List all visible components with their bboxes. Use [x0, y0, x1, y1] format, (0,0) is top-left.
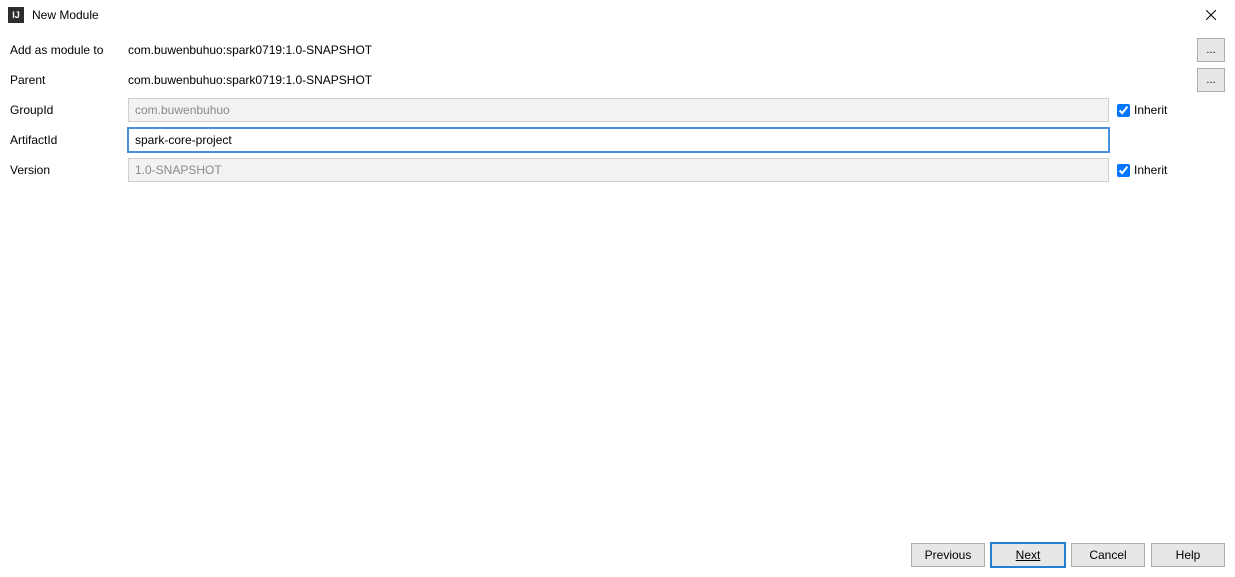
- next-button[interactable]: Next: [991, 543, 1065, 567]
- group-id-input[interactable]: [128, 98, 1109, 122]
- group-id-inherit-wrap[interactable]: Inherit: [1117, 103, 1189, 117]
- version-label: Version: [10, 163, 128, 177]
- group-id-inherit-checkbox[interactable]: [1117, 104, 1130, 117]
- footer-buttons: Previous Next Cancel Help: [0, 533, 1235, 577]
- next-button-label: Next: [1016, 548, 1041, 562]
- app-icon: IJ: [8, 7, 24, 23]
- add-as-module-value: com.buwenbuhuo:spark0719:1.0-SNAPSHOT: [128, 43, 1109, 57]
- version-inherit-wrap[interactable]: Inherit: [1117, 163, 1189, 177]
- form-content: Add as module to com.buwenbuhuo:spark071…: [0, 30, 1235, 196]
- version-inherit-checkbox[interactable]: [1117, 164, 1130, 177]
- parent-value: com.buwenbuhuo:spark0719:1.0-SNAPSHOT: [128, 73, 1109, 87]
- close-button[interactable]: [1195, 3, 1227, 27]
- group-id-row: GroupId Inherit: [10, 98, 1225, 122]
- close-icon: [1206, 10, 1216, 20]
- version-row: Version Inherit: [10, 158, 1225, 182]
- cancel-button[interactable]: Cancel: [1071, 543, 1145, 567]
- group-id-label: GroupId: [10, 103, 128, 117]
- add-as-module-label: Add as module to: [10, 43, 128, 57]
- add-as-module-row: Add as module to com.buwenbuhuo:spark071…: [10, 38, 1225, 62]
- artifact-id-label: ArtifactId: [10, 133, 128, 147]
- parent-label: Parent: [10, 73, 128, 87]
- title-bar: IJ New Module: [0, 0, 1235, 30]
- window-title: New Module: [32, 8, 1195, 22]
- app-icon-label: IJ: [12, 10, 20, 20]
- version-inherit-label: Inherit: [1134, 163, 1167, 177]
- parent-row: Parent com.buwenbuhuo:spark0719:1.0-SNAP…: [10, 68, 1225, 92]
- group-id-inherit-label: Inherit: [1134, 103, 1167, 117]
- add-as-module-browse-button[interactable]: ...: [1197, 38, 1225, 62]
- version-input[interactable]: [128, 158, 1109, 182]
- previous-button[interactable]: Previous: [911, 543, 985, 567]
- artifact-id-row: ArtifactId: [10, 128, 1225, 152]
- help-button[interactable]: Help: [1151, 543, 1225, 567]
- parent-browse-button[interactable]: ...: [1197, 68, 1225, 92]
- artifact-id-input[interactable]: [128, 128, 1109, 152]
